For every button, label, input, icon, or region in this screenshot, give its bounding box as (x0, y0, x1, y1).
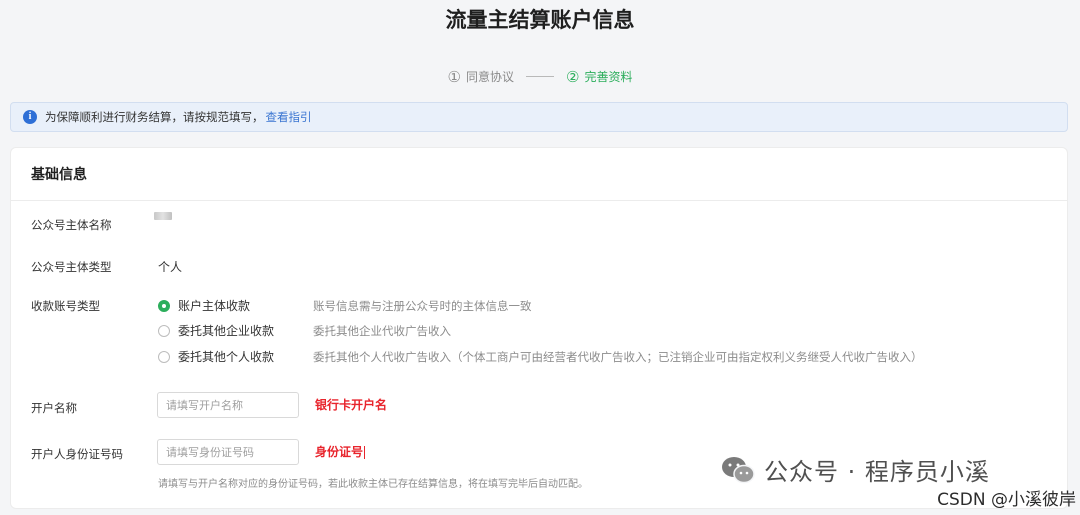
radio-desc: 委托其他企业代收广告收入 (313, 323, 451, 338)
entity-name-redacted (154, 212, 172, 220)
id-number-annotation-wrap: 身份证号 (315, 443, 366, 460)
entity-type-value: 个人 (158, 260, 183, 274)
id-number-label: 开户人身份证号码 (31, 447, 123, 461)
csdn-credit: CSDN @小溪彼岸 (937, 490, 1076, 510)
watermark: 公众号 · 程序员小溪 (720, 452, 990, 487)
step-agree: ① 同意协议 (448, 68, 514, 85)
account-type-label: 收款账号类型 (31, 299, 100, 313)
radio-account-entity[interactable]: 账户主体收款 账号信息需与注册公众号时的主体信息一致 (158, 297, 532, 314)
step-number: ② (566, 67, 580, 86)
id-number-annotation: 身份证号 (315, 445, 364, 459)
account-name-annotation: 银行卡开户名 (315, 398, 388, 412)
step-number: ① (447, 67, 461, 86)
radio-unchecked-icon[interactable] (158, 350, 170, 363)
notice-banner: i 为保障顺利进行财务结算，请按规范填写， 查看指引 (10, 102, 1068, 132)
stepper: ① 同意协议 ② 完善资料 (0, 68, 1080, 85)
radio-label: 委托其他企业收款 (178, 324, 275, 338)
account-name-input[interactable] (157, 392, 299, 418)
text-cursor (364, 446, 366, 459)
radio-other-person[interactable]: 委托其他个人收款 委托其他个人代收广告收入（个体工商户可由经营者代收广告收入；已… (158, 348, 923, 365)
radio-label: 账户主体收款 (178, 299, 251, 313)
section-title: 基础信息 (31, 167, 87, 183)
step-connector (526, 76, 554, 77)
entity-type-label: 公众号主体类型 (31, 260, 112, 274)
radio-unchecked-icon[interactable] (158, 324, 170, 337)
radio-desc: 账号信息需与注册公众号时的主体信息一致 (313, 298, 532, 313)
id-hint: 请填写与开户名称对应的身份证号码，若此收款主体已存在结算信息，将在填写完毕后自动… (158, 479, 588, 490)
step-complete-info: ② 完善资料 (566, 68, 632, 85)
notice-text: 为保障顺利进行财务结算，请按规范填写， (45, 110, 264, 124)
account-name-label: 开户名称 (31, 401, 77, 415)
radio-checked-icon[interactable] (158, 299, 170, 312)
id-number-input[interactable] (157, 439, 299, 465)
radio-label: 委托其他个人收款 (178, 350, 275, 364)
radio-other-company[interactable]: 委托其他企业收款 委托其他企业代收广告收入 (158, 322, 451, 339)
step-label: 完善资料 (584, 70, 633, 84)
view-guide-link[interactable]: 查看指引 (266, 109, 312, 125)
radio-desc: 委托其他个人代收广告收入（个体工商户可由经营者代收广告收入；已注销企业可由指定权… (313, 349, 923, 364)
wechat-icon (722, 456, 755, 483)
divider (11, 200, 1067, 201)
step-label: 同意协议 (465, 70, 514, 84)
watermark-text: 公众号 · 程序员小溪 (764, 458, 990, 486)
page-title: 流量主结算账户信息 (445, 8, 635, 32)
info-icon: i (23, 110, 37, 124)
entity-name-label: 公众号主体名称 (31, 218, 112, 232)
